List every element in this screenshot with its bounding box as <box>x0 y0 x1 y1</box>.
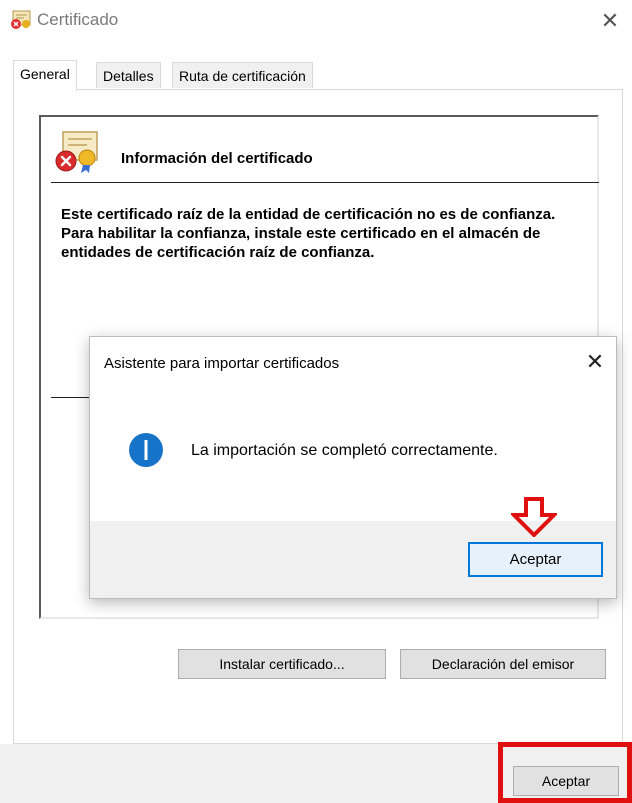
info-title: Información del certificado <box>121 150 313 167</box>
tab-detalles[interactable]: Detalles <box>96 62 161 88</box>
dialog-title: Asistente para importar certificados <box>104 355 340 372</box>
tab-general[interactable]: General <box>13 60 77 91</box>
tab-ruta-certificacion[interactable]: Ruta de certificación <box>172 62 313 88</box>
issuer-statement-button[interactable]: Declaración del emisor <box>400 649 606 679</box>
certificate-error-icon <box>55 131 98 173</box>
highlight-box-annotation <box>498 742 632 803</box>
divider <box>51 182 599 183</box>
title-bar: Certificado ✕ <box>0 0 632 44</box>
install-certificate-button[interactable]: Instalar certificado... <box>178 649 386 679</box>
dialog-message: La importación se completó correctamente… <box>191 442 498 459</box>
arrow-down-annotation-icon <box>511 497 557 537</box>
import-wizard-dialog: Asistente para importar certificados ✕ L… <box>89 336 617 599</box>
close-icon[interactable]: ✕ <box>580 347 610 377</box>
window-title: Certificado <box>37 10 119 29</box>
close-icon[interactable]: ✕ <box>594 6 626 36</box>
tab-strip: General Detalles Ruta de certificación <box>13 60 623 91</box>
dialog-accept-button[interactable]: Aceptar <box>468 542 603 577</box>
info-icon <box>129 433 163 467</box>
certificate-app-icon <box>11 10 31 29</box>
info-text: Este certificado raíz de la entidad de c… <box>61 206 556 261</box>
